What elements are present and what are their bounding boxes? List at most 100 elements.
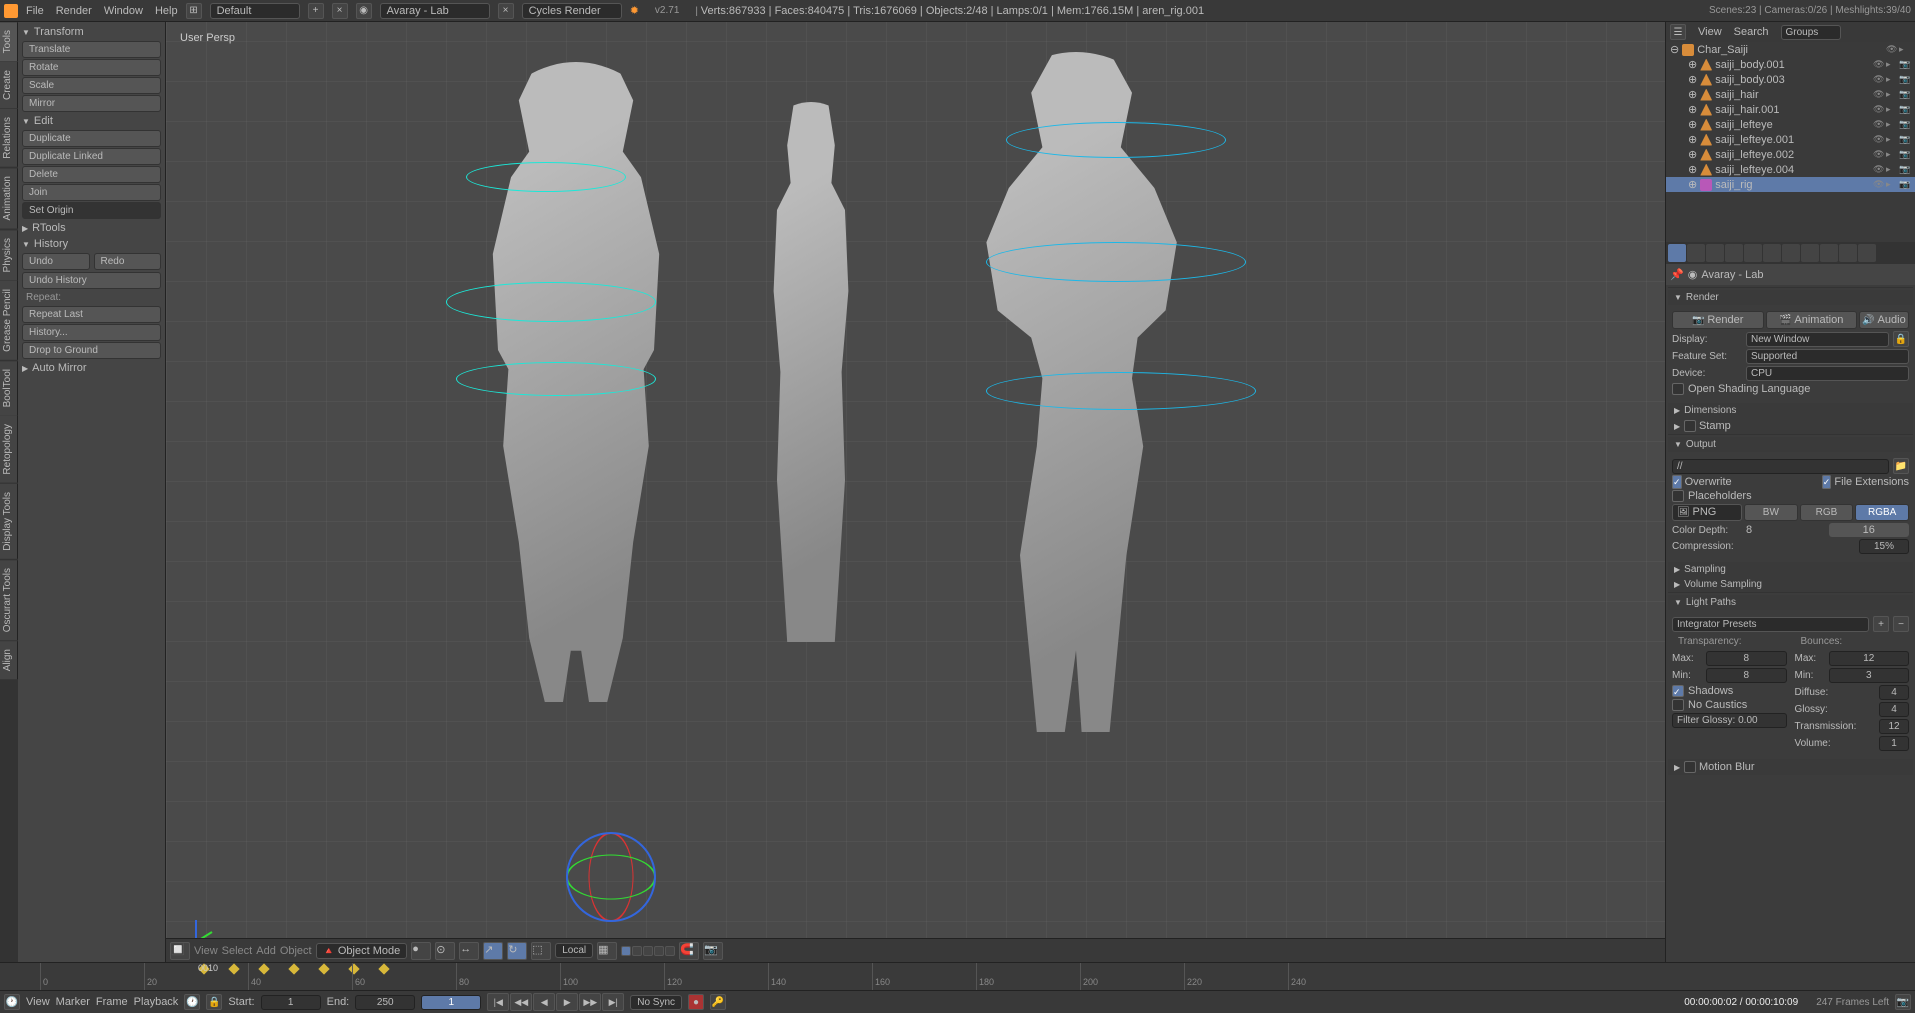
- manip-rotate-icon[interactable]: ↻: [507, 942, 527, 960]
- orientation-selector[interactable]: Local: [555, 943, 593, 958]
- render-tab-icon[interactable]: [1668, 244, 1686, 262]
- play-icon[interactable]: ▶: [556, 993, 578, 1011]
- add-preset-icon[interactable]: +: [1873, 616, 1889, 632]
- render-icon[interactable]: 📷: [1899, 179, 1911, 191]
- close-scene-button[interactable]: ×: [498, 3, 514, 19]
- mode-selector[interactable]: 🔺 Object Mode: [316, 943, 408, 959]
- tab-booltool[interactable]: BoolTool: [0, 361, 18, 415]
- timeline-editor-icon[interactable]: 🕐: [4, 994, 20, 1010]
- visibility-icon[interactable]: 👁: [1873, 74, 1885, 86]
- current-frame-input[interactable]: [421, 995, 481, 1010]
- scale-button[interactable]: Scale: [22, 77, 161, 94]
- transform-gizmo[interactable]: [566, 832, 656, 922]
- vp-menu-select[interactable]: Select: [222, 945, 253, 957]
- snap-icon[interactable]: 🧲: [679, 942, 699, 960]
- visibility-icon[interactable]: 👁: [1873, 59, 1885, 71]
- keyframe-icon[interactable]: [378, 963, 389, 974]
- transform-header[interactable]: Transform: [20, 24, 163, 40]
- keyframe-icon[interactable]: [318, 963, 329, 974]
- lock-icon[interactable]: 🔒: [1893, 331, 1909, 347]
- jump-start-icon[interactable]: |◀: [487, 993, 509, 1011]
- render-icon[interactable]: 📷: [1899, 89, 1911, 101]
- dimensions-header[interactable]: Dimensions: [1668, 403, 1913, 418]
- select-icon[interactable]: ▸: [1886, 89, 1898, 101]
- rig-control[interactable]: [986, 372, 1256, 410]
- transp-min-input[interactable]: 8: [1706, 668, 1787, 683]
- fileext-checkbox[interactable]: [1822, 475, 1832, 489]
- tab-oscurart[interactable]: Oscurart Tools: [0, 560, 18, 640]
- menu-render[interactable]: Render: [56, 5, 92, 17]
- delete-button[interactable]: Delete: [22, 166, 161, 183]
- select-icon[interactable]: ▸: [1886, 104, 1898, 116]
- outliner-item[interactable]: ⊕saiji_lefteye👁▸📷: [1666, 117, 1915, 132]
- output-header[interactable]: Output: [1668, 437, 1913, 452]
- pivot-icon[interactable]: ⊙: [435, 942, 455, 960]
- transmission-input[interactable]: 12: [1879, 719, 1909, 734]
- diffuse-input[interactable]: 4: [1879, 685, 1909, 700]
- render-layers-tab-icon[interactable]: [1687, 244, 1705, 262]
- select-icon[interactable]: ▸: [1886, 59, 1898, 71]
- manip-scale-icon[interactable]: ⬚: [531, 942, 551, 960]
- outliner[interactable]: ⊖ Char_Saiji 👁▸ ⊕saiji_body.001👁▸📷⊕saiji…: [1666, 42, 1915, 242]
- volume-sampling-header[interactable]: Volume Sampling: [1668, 577, 1913, 592]
- drop-to-ground-button[interactable]: Drop to Ground: [22, 342, 161, 359]
- vp-menu-object[interactable]: Object: [280, 945, 312, 957]
- overwrite-checkbox[interactable]: [1672, 475, 1682, 489]
- folder-icon[interactable]: 📁: [1893, 458, 1909, 474]
- material-tab-icon[interactable]: [1839, 244, 1857, 262]
- tl-playback[interactable]: Playback: [134, 996, 179, 1008]
- select-icon[interactable]: ▸: [1886, 119, 1898, 131]
- render-preview-icon[interactable]: 📷: [703, 942, 723, 960]
- render-icon[interactable]: 📷: [1899, 134, 1911, 146]
- tab-physics[interactable]: Physics: [0, 230, 18, 280]
- menu-window[interactable]: Window: [104, 5, 143, 17]
- manipulator-icon[interactable]: ↔: [459, 942, 479, 960]
- history-header[interactable]: History: [20, 236, 163, 252]
- output-path-input[interactable]: [1672, 459, 1889, 474]
- outliner-parent[interactable]: ⊖ Char_Saiji 👁▸: [1666, 42, 1915, 57]
- pin-icon[interactable]: 📌: [1670, 268, 1684, 281]
- filter-glossy-input[interactable]: Filter Glossy: 0.00: [1672, 713, 1787, 728]
- select-icon[interactable]: ▸: [1886, 149, 1898, 161]
- keyframe-icon[interactable]: [288, 963, 299, 974]
- bone-tab-icon[interactable]: [1820, 244, 1838, 262]
- duplicate-linked-button[interactable]: Duplicate Linked: [22, 148, 161, 165]
- visibility-icon[interactable]: 👁: [1873, 134, 1885, 146]
- render-icon[interactable]: 📷: [1899, 164, 1911, 176]
- tab-grease-pencil[interactable]: Grease Pencil: [0, 281, 18, 360]
- outliner-item[interactable]: ⊕saiji_hair.001👁▸📷: [1666, 102, 1915, 117]
- scene-icon[interactable]: ◉: [356, 3, 372, 19]
- tab-create[interactable]: Create: [0, 62, 18, 108]
- osl-checkbox[interactable]: [1672, 383, 1684, 395]
- tab-display-tools[interactable]: Display Tools: [0, 484, 18, 559]
- glossy-input[interactable]: 4: [1879, 702, 1909, 717]
- tab-relations[interactable]: Relations: [0, 109, 18, 167]
- rotate-button[interactable]: Rotate: [22, 59, 161, 76]
- select-icon[interactable]: ▸: [1886, 74, 1898, 86]
- light-paths-header[interactable]: Light Paths: [1668, 595, 1913, 610]
- world-tab-icon[interactable]: [1725, 244, 1743, 262]
- format-selector[interactable]: 🖼 PNG: [1672, 504, 1742, 521]
- outliner-item[interactable]: ⊕saiji_rig👁▸📷: [1666, 177, 1915, 192]
- physics-tab-icon[interactable]: [1858, 244, 1876, 262]
- visibility-icon[interactable]: 👁: [1886, 44, 1898, 56]
- compression-input[interactable]: 15%: [1859, 539, 1909, 554]
- auto-mirror-header[interactable]: Auto Mirror: [20, 360, 163, 376]
- bounce-max-input[interactable]: 12: [1829, 651, 1910, 666]
- render-icon[interactable]: 📷: [1899, 104, 1911, 116]
- render-icon[interactable]: 📷: [1899, 119, 1911, 131]
- layout-icon[interactable]: ⊞: [186, 3, 202, 19]
- visibility-icon[interactable]: 👁: [1873, 104, 1885, 116]
- tl-view[interactable]: View: [26, 996, 50, 1008]
- outliner-item[interactable]: ⊕saiji_lefteye.002👁▸📷: [1666, 147, 1915, 162]
- mode-bw[interactable]: BW: [1744, 504, 1798, 521]
- visibility-icon[interactable]: 👁: [1873, 164, 1885, 176]
- editor-type-icon[interactable]: 🔲: [170, 942, 190, 960]
- timeline-ruler[interactable]: 0010 020406080100120140160180200220240: [0, 963, 1915, 991]
- stamp-checkbox[interactable]: [1684, 420, 1696, 432]
- render-icon[interactable]: 📷: [1899, 59, 1911, 71]
- bounce-min-input[interactable]: 3: [1829, 668, 1910, 683]
- tab-align[interactable]: Align: [0, 641, 18, 679]
- sampling-header[interactable]: Sampling: [1668, 562, 1913, 577]
- scene-selector[interactable]: Avaray - Lab: [380, 3, 490, 19]
